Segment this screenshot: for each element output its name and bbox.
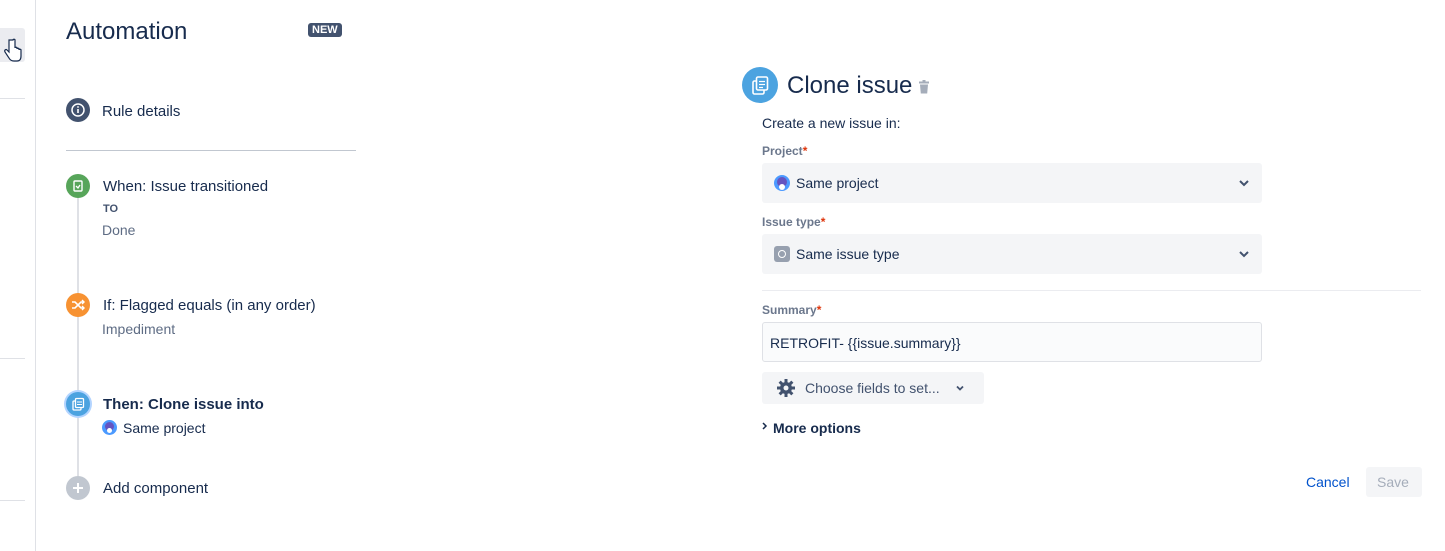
nav-divider [0, 358, 25, 359]
add-component-button[interactable]: Add component [103, 480, 208, 497]
step-trigger-caption: TO [103, 203, 119, 215]
save-button[interactable]: Save [1366, 467, 1422, 497]
project-avatar-icon [102, 420, 117, 435]
new-badge: NEW [308, 23, 342, 37]
rule-timeline [77, 196, 79, 476]
more-options-toggle[interactable]: More options [762, 420, 861, 436]
summary-label: Summary* [762, 303, 822, 317]
left-nav-strip [0, 0, 36, 551]
step-trigger-title[interactable]: When: Issue transitioned [103, 178, 268, 195]
issue-type-select-value: Same issue type [796, 246, 900, 262]
page-title: Automation [66, 18, 188, 45]
chevron-down-icon [956, 385, 964, 391]
nav-divider [0, 500, 25, 501]
more-options-label: More options [773, 420, 861, 436]
section-divider [762, 290, 1421, 291]
project-select[interactable]: Same project [762, 163, 1262, 203]
choose-fields-label: Choose fields to set... [805, 380, 940, 396]
chevron-down-icon [1239, 251, 1249, 258]
issue-type-icon [774, 246, 790, 262]
trash-icon[interactable] [918, 80, 930, 94]
clone-icon [742, 67, 778, 103]
chevron-down-icon [1239, 180, 1249, 187]
choose-fields-button[interactable]: Choose fields to set... [762, 372, 984, 404]
summary-input-value: RETROFIT- {{issue.summary}} [770, 335, 961, 351]
cancel-button[interactable]: Cancel [1306, 474, 1350, 490]
trigger-icon [66, 174, 90, 198]
hand-cursor-icon [4, 38, 22, 62]
step-condition-value: Impediment [102, 321, 176, 337]
project-select-value: Same project [796, 175, 879, 191]
gear-icon [777, 379, 795, 397]
step-action-title[interactable]: Then: Clone issue into [103, 396, 264, 413]
issue-type-label: Issue type* [762, 215, 826, 229]
issue-type-select[interactable]: Same issue type [762, 234, 1262, 274]
info-icon [66, 98, 90, 122]
project-label: Project* [762, 144, 808, 158]
sidebar-separator [66, 150, 356, 151]
step-action-value: Same project [123, 420, 206, 436]
nav-divider [0, 98, 25, 99]
step-trigger-value: Done [102, 222, 136, 238]
project-avatar-icon [774, 175, 790, 191]
summary-input[interactable]: RETROFIT- {{issue.summary}} [762, 322, 1262, 362]
clone-icon [66, 392, 90, 416]
panel-title: Clone issue [787, 72, 913, 99]
create-issue-caption: Create a new issue in: [762, 115, 901, 131]
chevron-right-icon [762, 422, 768, 430]
plus-icon [66, 476, 90, 500]
shuffle-icon [66, 293, 90, 317]
rule-details-link[interactable]: Rule details [102, 103, 180, 120]
save-button-label: Save [1377, 474, 1409, 490]
step-condition-title[interactable]: If: Flagged equals (in any order) [103, 297, 316, 314]
